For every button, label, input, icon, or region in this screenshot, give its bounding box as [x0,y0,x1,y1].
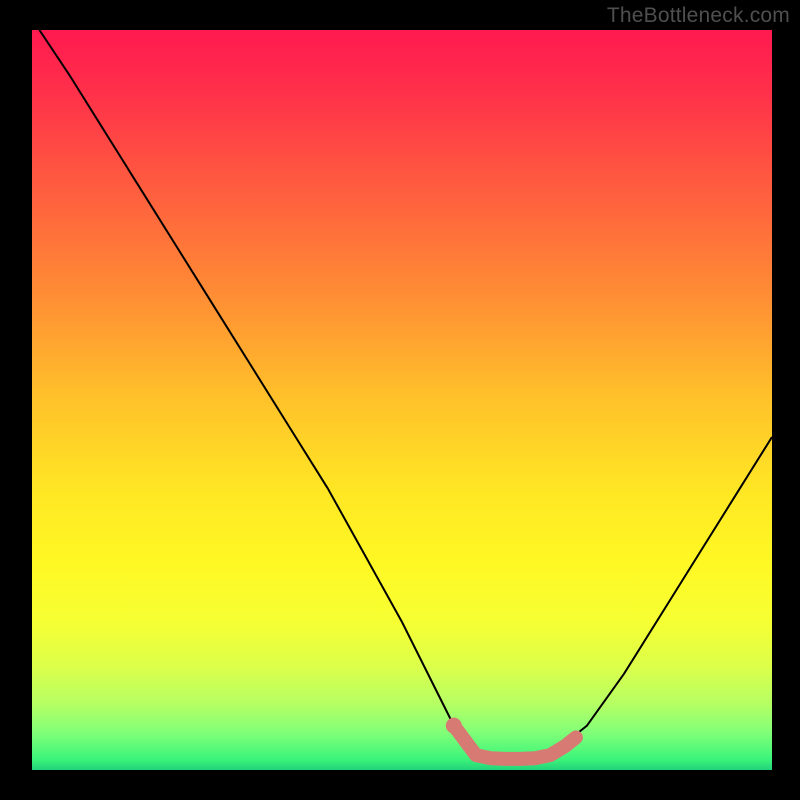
plot-area [32,30,772,770]
curve-line [39,30,772,759]
chart-svg [32,30,772,770]
watermark-text: TheBottleneck.com [607,4,790,28]
highlight-dot [446,718,462,734]
highlight-segment [454,726,576,759]
chart-stage: TheBottleneck.com [0,0,800,800]
